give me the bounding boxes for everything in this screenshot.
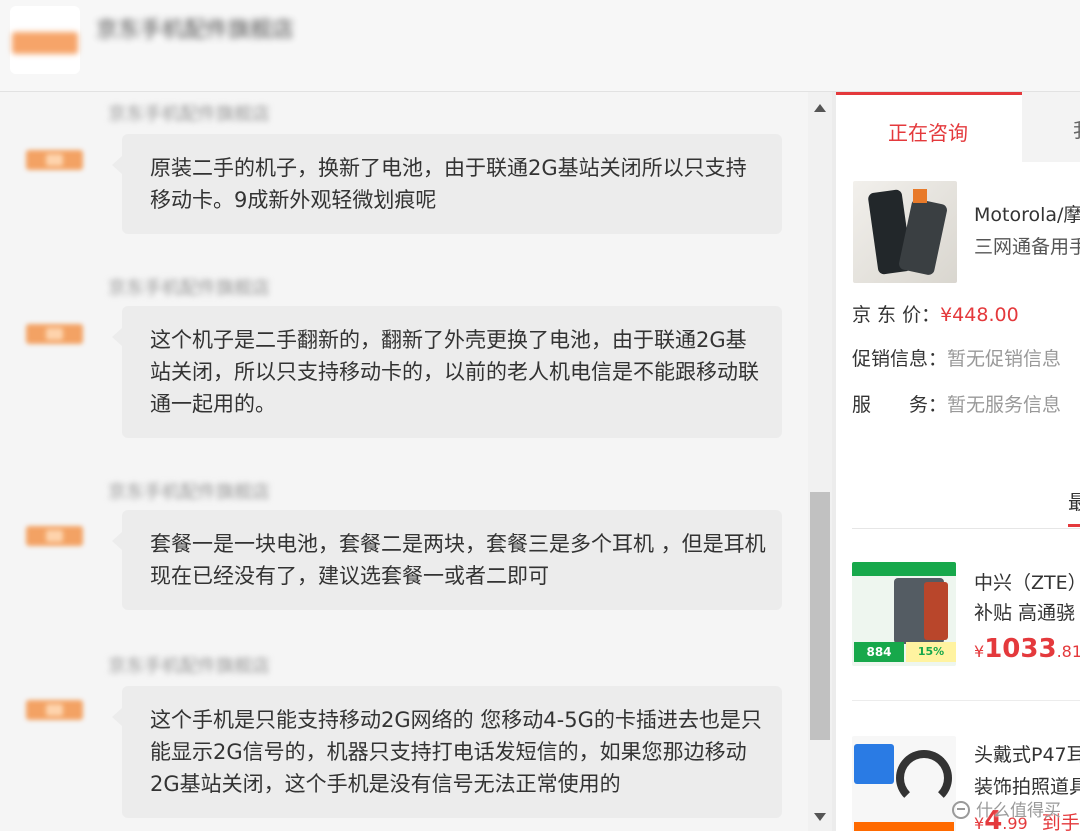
recommendation-subtitle[interactable]: 装饰拍照道具 xyxy=(974,772,1080,799)
message-bubble: 原装二手的机子，换新了电池，由于联通2G基站关闭所以只支持移动卡。9成新外观轻微… xyxy=(112,134,782,234)
product-image[interactable] xyxy=(853,181,957,283)
watermark-text: 什么值得买 xyxy=(976,801,1061,821)
price-value: ¥448.00 xyxy=(940,304,1019,326)
shop-logo[interactable] xyxy=(10,6,80,74)
image-price-tag: 884 xyxy=(854,642,904,662)
recommendation-title[interactable]: 中兴（ZTE） xyxy=(974,568,1080,595)
scroll-up-icon[interactable] xyxy=(814,104,826,112)
avatar xyxy=(26,526,83,546)
product-title[interactable]: Motorola/摩 xyxy=(974,200,1080,227)
tab-consulting[interactable]: 正在咨询 xyxy=(836,92,1022,162)
avatar xyxy=(26,324,83,344)
message-bubble: 套餐一是一块电池，套餐二是两块，套餐三是多个耳机 ，但是耳机现在已经没有了，建议… xyxy=(112,510,782,610)
message-bubble: 这个机子是二手翻新的，翻新了外壳更换了电池，由于联通2G基站关闭，所以只支持移动… xyxy=(112,306,782,438)
price-integer: 1033 xyxy=(984,634,1057,664)
scroll-thumb[interactable] xyxy=(810,492,830,740)
promo-banner xyxy=(852,562,956,576)
tab-underline xyxy=(1068,524,1080,527)
scroll-down-icon[interactable] xyxy=(814,813,826,821)
chat-scrollbar[interactable] xyxy=(808,92,832,831)
avatar xyxy=(26,700,83,720)
tab-recommend[interactable]: 最 xyxy=(1068,486,1080,515)
product-subtitle[interactable]: 三网通备用手 xyxy=(974,232,1080,259)
service-label: 服 务： xyxy=(852,394,948,416)
watermark-icon xyxy=(952,801,970,819)
phone-shape xyxy=(924,582,948,640)
price-row: 京 东 价：¥448.00 xyxy=(852,300,1019,327)
tab-next[interactable]: 我 xyxy=(1073,114,1080,143)
service-row: 服 务：暂无服务信息 xyxy=(852,390,1061,417)
promo-banner xyxy=(854,744,894,784)
panel-tabs: 正在咨询 我 xyxy=(836,92,1080,162)
avatar xyxy=(26,150,83,170)
tab-consulting-label: 正在咨询 xyxy=(888,121,968,145)
recommendation-divider xyxy=(852,700,1080,701)
message-sender: 京东手机配件旗舰店 xyxy=(108,482,270,503)
price-label: 京 东 价： xyxy=(852,304,941,326)
recommendation-image[interactable]: 884 15% xyxy=(852,562,956,666)
chat-messages[interactable]: 京东手机配件旗舰店 原装二手的机子，换新了电池，由于联通2G基站关闭所以只支持移… xyxy=(0,92,808,831)
recommendation-image[interactable] xyxy=(852,736,956,831)
headphone-icon xyxy=(896,750,952,806)
shop-logo-mark xyxy=(12,32,78,54)
chat-header: 京东手机配件旗舰店 xyxy=(0,0,1080,92)
promo-strip xyxy=(854,822,954,831)
phone-shape xyxy=(897,198,949,276)
image-discount-tag: 15% xyxy=(906,642,956,662)
side-panel: 正在咨询 我 Motorola/摩 三网通备用手 京 东 价：¥448.00 促… xyxy=(836,92,1080,831)
section-divider xyxy=(852,528,1080,529)
message-sender: 京东手机配件旗舰店 xyxy=(108,104,270,125)
promo-row: 促销信息：暂无促销信息 xyxy=(852,344,1061,371)
recommendation-price: ¥1033.81 xyxy=(974,634,1080,664)
message-sender: 京东手机配件旗舰店 xyxy=(108,656,270,677)
message-sender: 京东手机配件旗舰店 xyxy=(108,278,270,299)
currency-symbol: ¥ xyxy=(974,642,985,661)
shop-name: 京东手机配件旗舰店 xyxy=(96,18,295,43)
service-value: 暂无服务信息 xyxy=(947,394,1062,416)
message-bubble: 这个手机是只能支持移动2G网络的 您移动4-5G的卡插进去也是只能显示2G信号的… xyxy=(112,686,782,818)
recommendation-title[interactable]: 头戴式P47耳 xyxy=(974,740,1080,767)
watermark: 什么值得买 xyxy=(952,796,1061,821)
price-decimal: .81 xyxy=(1056,642,1080,661)
recommendation-subtitle[interactable]: 补贴 高通骁 xyxy=(974,598,1075,625)
promo-label: 促销信息： xyxy=(852,348,948,370)
brand-mark xyxy=(913,189,927,203)
promo-value: 暂无促销信息 xyxy=(947,348,1062,370)
